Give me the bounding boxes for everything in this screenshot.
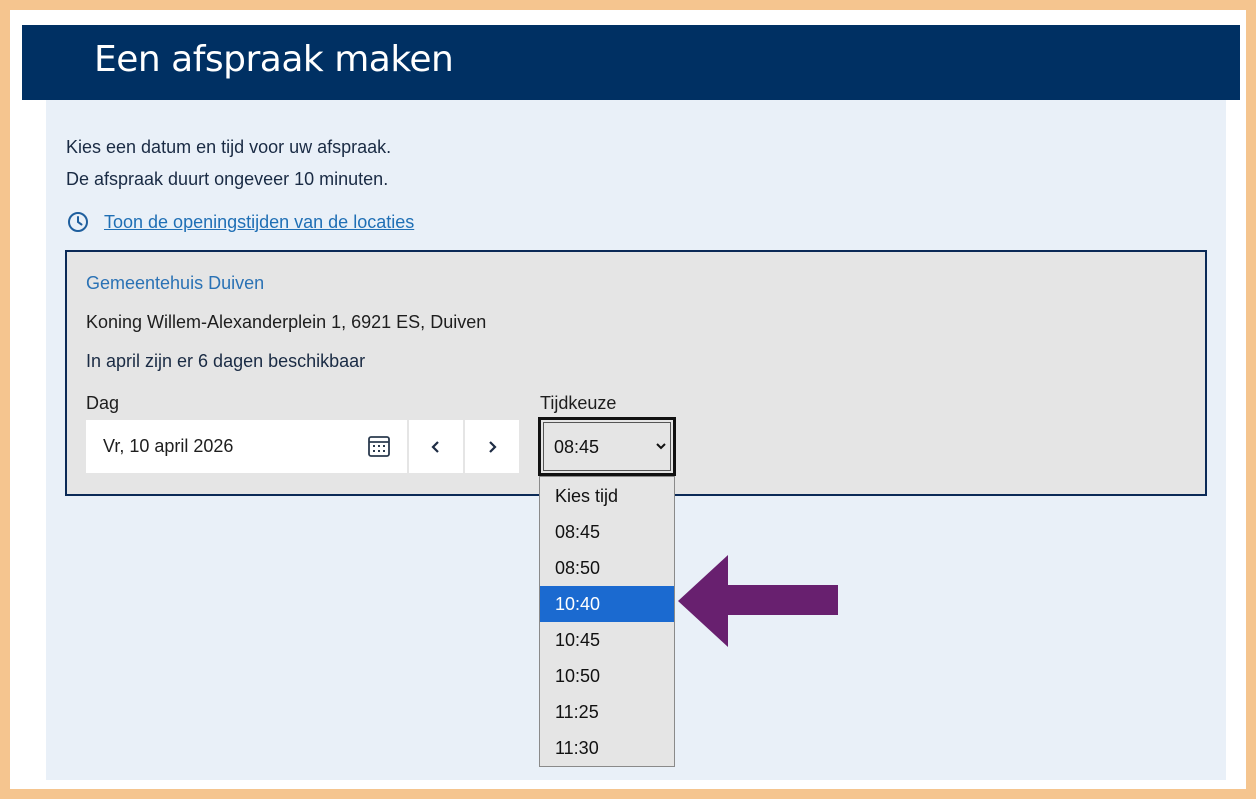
- time-option-highlighted[interactable]: 10:40: [540, 586, 674, 622]
- date-value: Vr, 10 april 2026: [103, 436, 234, 456]
- intro-text-line-1: Kies een datum en tijd voor uw afspraak.: [66, 137, 392, 157]
- clock-icon: [66, 210, 90, 234]
- page-title: Een afspraak maken: [94, 39, 454, 80]
- opening-hours-link[interactable]: Toon de openingstijden van de locaties: [104, 212, 414, 233]
- intro-text-line-2: De afspraak duurt ongeveer 10 minuten.: [66, 169, 389, 189]
- annotation-arrow-icon: [678, 555, 838, 647]
- chevron-down-icon: [656, 443, 666, 450]
- location-address: Koning Willem-Alexanderplein 1, 6921 ES,…: [86, 312, 487, 332]
- previous-day-button[interactable]: [409, 420, 463, 473]
- date-input[interactable]: Vr, 10 april 2026: [86, 420, 407, 473]
- chevron-right-icon: [489, 440, 497, 453]
- time-option[interactable]: 10:50: [540, 658, 674, 694]
- time-option[interactable]: 08:50: [540, 550, 674, 586]
- time-option[interactable]: Kies tijd: [540, 478, 674, 514]
- time-option[interactable]: 08:45: [540, 514, 674, 550]
- time-dropdown-list: Kies tijd 08:45 08:50 10:40 10:45 10:50 …: [539, 476, 675, 767]
- time-option[interactable]: 11:30: [540, 730, 674, 766]
- time-select[interactable]: 08:45: [538, 417, 676, 476]
- chevron-left-icon: [431, 440, 439, 453]
- next-day-button[interactable]: [465, 420, 519, 473]
- time-select-value: 08:45: [554, 437, 600, 457]
- availability-text: In april zijn er 6 dagen beschikbaar: [86, 351, 366, 371]
- location-name: Gemeentehuis Duiven: [86, 273, 265, 293]
- time-label: Tijdkeuze: [540, 393, 617, 413]
- day-label: Dag: [86, 393, 120, 413]
- calendar-icon[interactable]: [367, 434, 391, 458]
- page-header: Een afspraak maken: [22, 25, 1240, 100]
- opening-hours-link-row[interactable]: Toon de openingstijden van de locaties: [66, 210, 414, 234]
- time-option[interactable]: 10:45: [540, 622, 674, 658]
- time-option[interactable]: 11:25: [540, 694, 674, 730]
